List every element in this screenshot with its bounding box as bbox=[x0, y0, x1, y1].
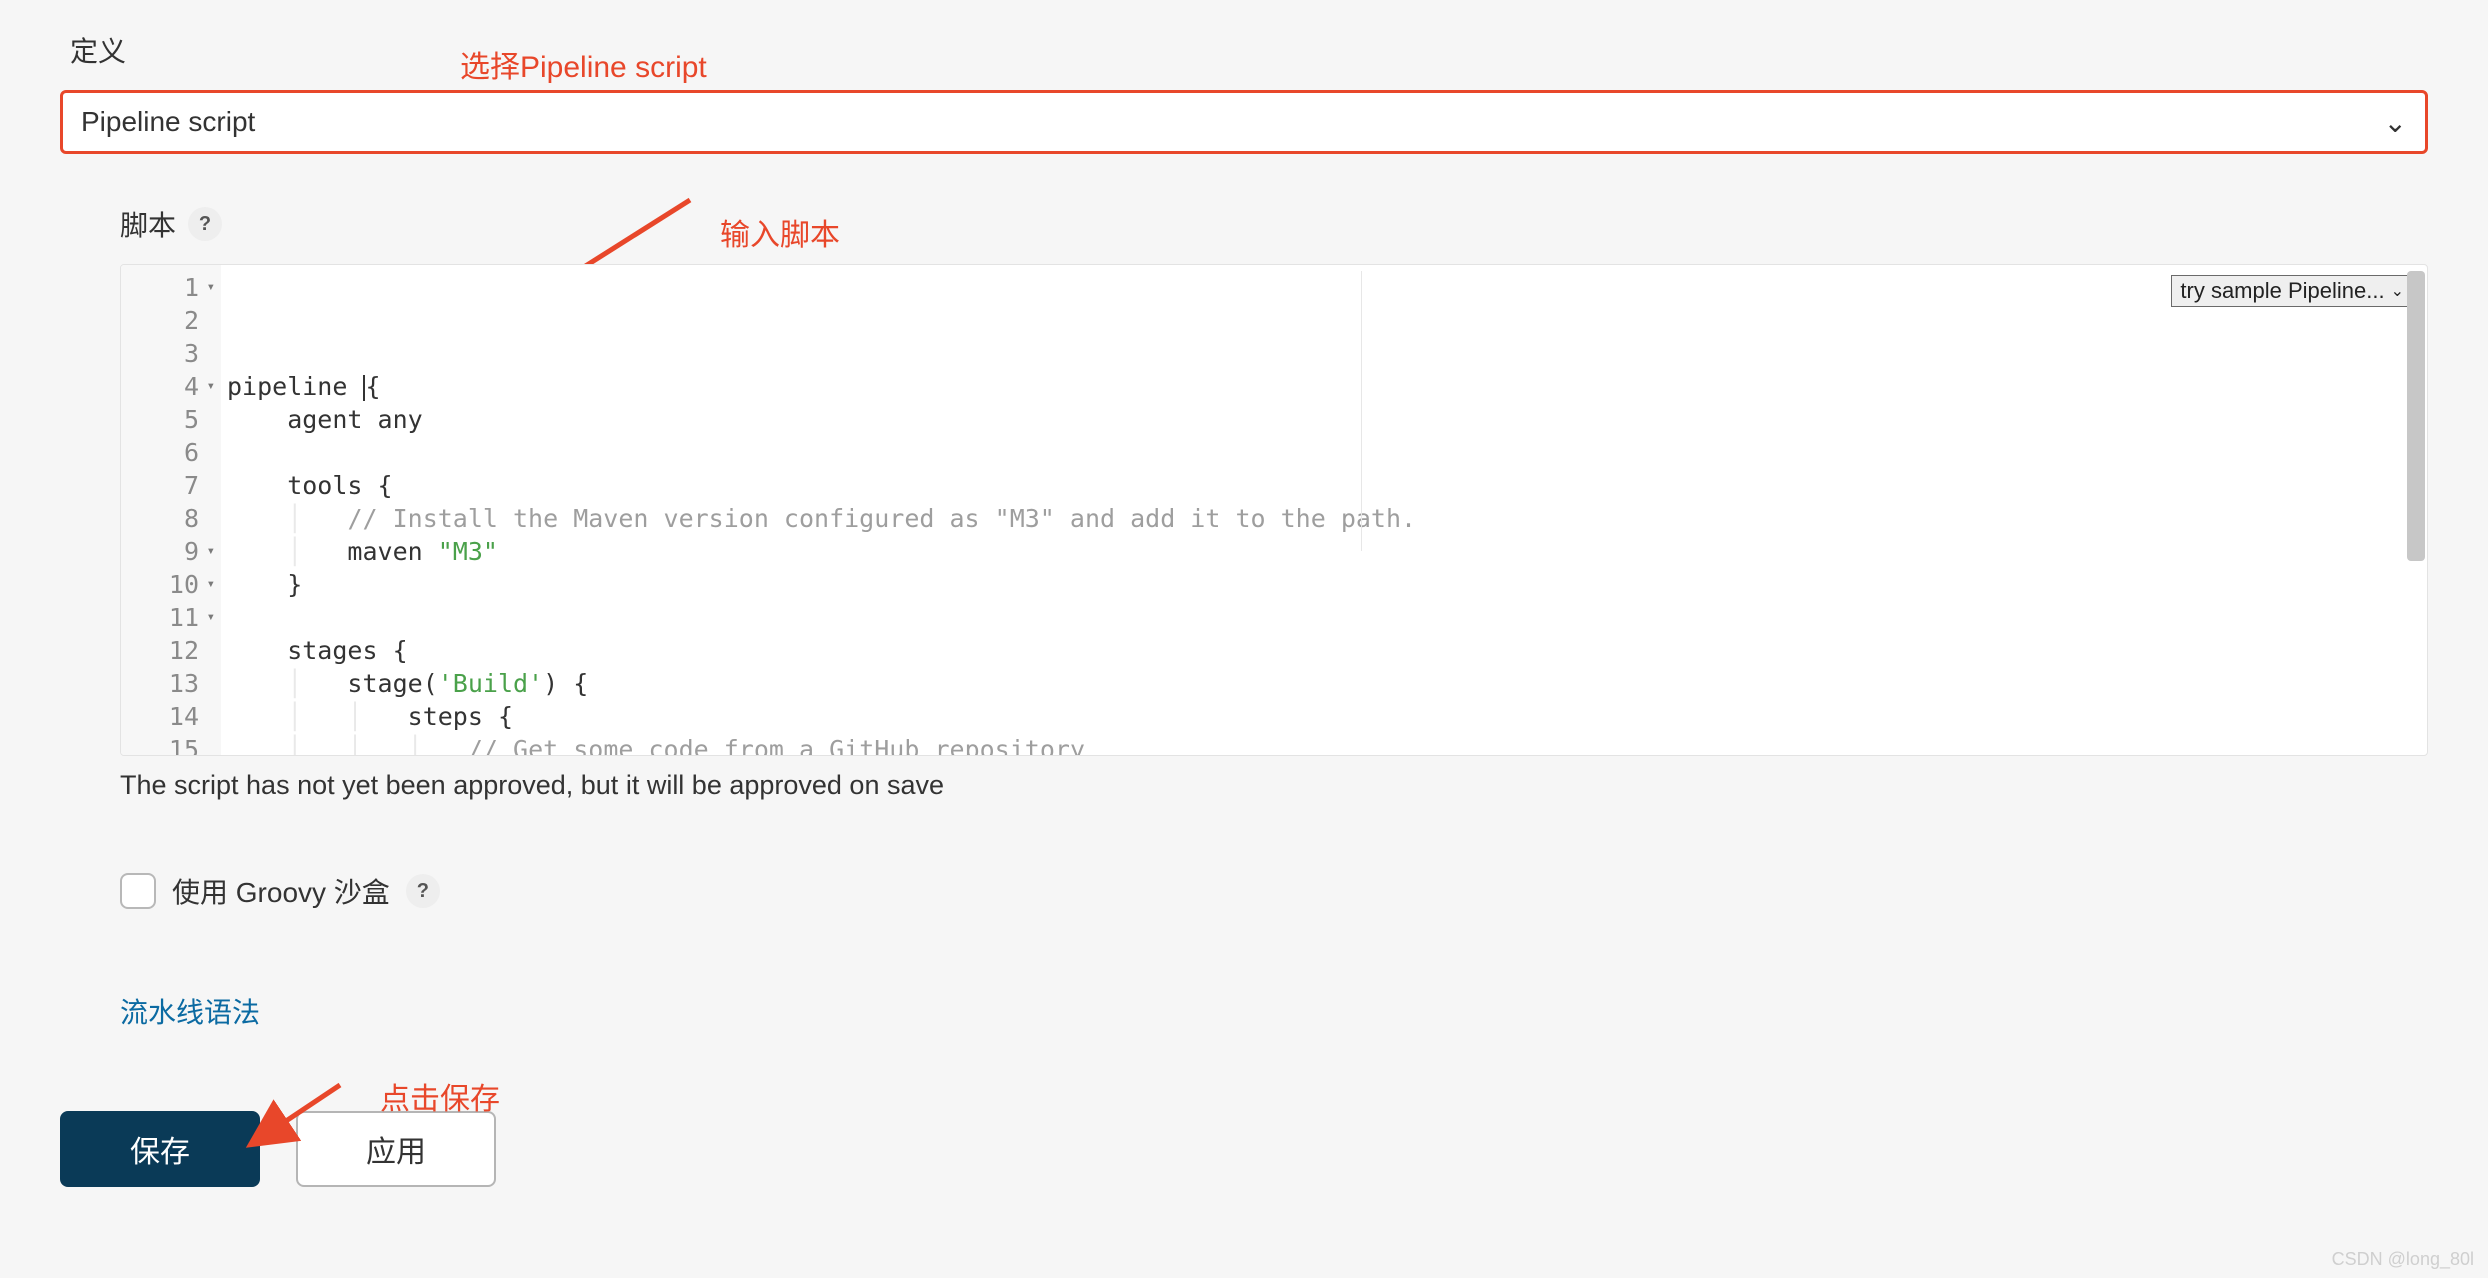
help-icon[interactable]: ? bbox=[406, 874, 440, 908]
groovy-sandbox-checkbox[interactable] bbox=[120, 873, 156, 909]
gutter-line: 8 bbox=[133, 502, 215, 535]
definition-dropdown-value: Pipeline script bbox=[81, 106, 255, 138]
watermark: CSDN @long_80l bbox=[2332, 1249, 2474, 1270]
gutter-line: 13 bbox=[133, 667, 215, 700]
groovy-sandbox-label: 使用 Groovy 沙盒 bbox=[172, 871, 390, 911]
annotation-click-save: 点击保存 bbox=[380, 1074, 500, 1118]
help-icon[interactable]: ? bbox=[188, 207, 222, 241]
editor-print-margin bbox=[1361, 271, 1362, 551]
pipeline-syntax-link[interactable]: 流水线语法 bbox=[120, 991, 260, 1031]
code-line[interactable] bbox=[227, 601, 2427, 634]
gutter-line: 2 bbox=[133, 304, 215, 337]
code-line[interactable]: │ maven "M3" bbox=[227, 535, 2427, 568]
save-button[interactable]: 保存 bbox=[60, 1111, 260, 1187]
code-line[interactable]: stages { bbox=[227, 634, 2427, 667]
annotation-enter-script: 输入脚本 bbox=[720, 210, 840, 254]
gutter-line: 11▾ bbox=[133, 601, 215, 634]
code-line[interactable]: tools { bbox=[227, 469, 2427, 502]
definition-label: 定义 bbox=[70, 30, 2428, 70]
gutter-line: 15 bbox=[133, 733, 215, 755]
gutter-line: 3 bbox=[133, 337, 215, 370]
gutter-line: 9▾ bbox=[133, 535, 215, 568]
code-line[interactable] bbox=[227, 436, 2427, 469]
gutter-line: 14 bbox=[133, 700, 215, 733]
script-label: 脚本 bbox=[120, 204, 176, 244]
code-line[interactable]: │ // Install the Maven version configure… bbox=[227, 502, 2427, 535]
gutter-line: 6 bbox=[133, 436, 215, 469]
gutter-line: 4▾ bbox=[133, 370, 215, 403]
gutter-line: 12 bbox=[133, 634, 215, 667]
editor-scrollbar-horizontal[interactable] bbox=[121, 755, 2427, 756]
editor-scrollbar-vertical[interactable] bbox=[2407, 271, 2425, 561]
code-line[interactable]: │ │ steps { bbox=[227, 700, 2427, 733]
code-line[interactable]: │ │ │ // Get some code from a GitHub rep… bbox=[227, 733, 2427, 755]
code-line[interactable]: } bbox=[227, 568, 2427, 601]
chevron-down-icon: ⌄ bbox=[2384, 106, 2407, 139]
editor-code[interactable]: pipeline { agent any tools { │ // Instal… bbox=[221, 265, 2427, 755]
code-line[interactable]: │ stage('Build') { bbox=[227, 667, 2427, 700]
annotation-select-pipeline: 选择Pipeline script bbox=[460, 42, 707, 86]
script-editor[interactable]: try sample Pipeline... ⌄ 1▾234▾56789▾10▾… bbox=[120, 264, 2428, 756]
apply-button[interactable]: 应用 bbox=[296, 1111, 496, 1187]
definition-dropdown[interactable]: Pipeline script ⌄ bbox=[60, 90, 2428, 154]
code-line[interactable]: pipeline { bbox=[227, 370, 2427, 403]
gutter-line: 10▾ bbox=[133, 568, 215, 601]
code-line[interactable]: agent any bbox=[227, 403, 2427, 436]
gutter-line: 7 bbox=[133, 469, 215, 502]
approval-message: The script has not yet been approved, bu… bbox=[120, 770, 2428, 801]
gutter-line: 5 bbox=[133, 403, 215, 436]
editor-gutter: 1▾234▾56789▾10▾11▾12131415 bbox=[121, 265, 221, 755]
gutter-line: 1▾ bbox=[133, 271, 215, 304]
